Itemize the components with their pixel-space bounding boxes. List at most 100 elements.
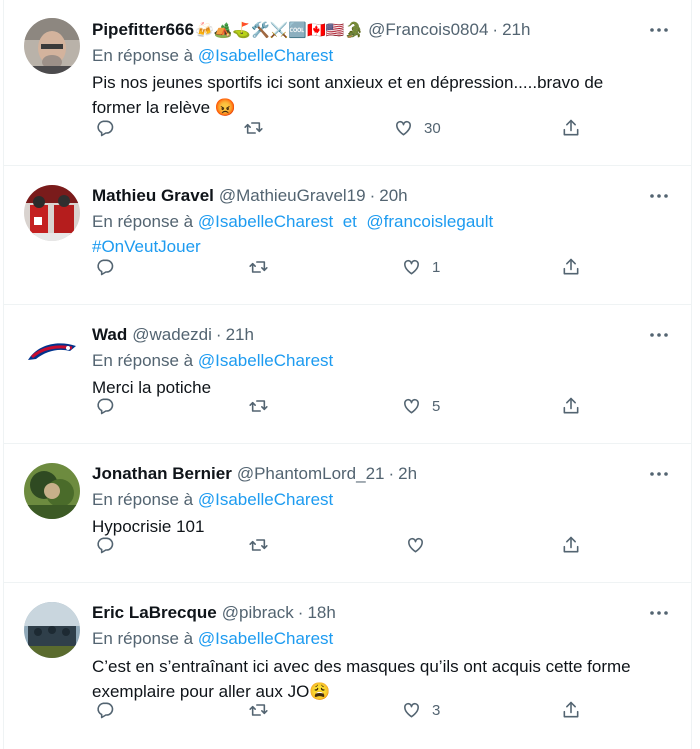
like-icon [408, 537, 423, 553]
retweet-button[interactable] [248, 700, 269, 720]
mention-link[interactable]: @IsabelleCharest [198, 351, 333, 370]
retweet-button[interactable] [248, 257, 269, 277]
avatar[interactable] [24, 185, 80, 241]
like-count: 1 [432, 258, 441, 276]
avatar[interactable] [24, 602, 80, 658]
like-button[interactable] [405, 535, 436, 555]
retweet-button[interactable] [243, 118, 264, 138]
timestamp[interactable]: 18h [307, 603, 335, 623]
user-handle[interactable]: @pibrack [222, 603, 294, 623]
like-button[interactable]: 5 [401, 396, 440, 416]
separator-dot: · [369, 186, 376, 205]
reply-context: En réponse à @IsabelleCharest [92, 45, 677, 67]
tweet-text-line: Pis nos jeunes sportifs ici sont anxieux… [92, 73, 604, 92]
reply-icon [97, 537, 114, 554]
user-handle[interactable]: @MathieuGravel19 [219, 186, 366, 206]
avatar[interactable] [24, 18, 80, 74]
reply-context: En réponse à @IsabelleCharest et @franco… [92, 211, 677, 233]
reply-button[interactable] [95, 535, 115, 555]
display-name[interactable]: Jonathan Bernier [92, 464, 232, 484]
share-icon [563, 258, 579, 275]
timestamp[interactable]: 21h [502, 20, 530, 40]
like-count: 5 [432, 397, 441, 415]
user-handle[interactable]: @PhantomLord_21 [237, 464, 385, 484]
mention-link[interactable]: @IsabelleCharest [198, 46, 333, 65]
tweet-text: Pis nos jeunes sportifs ici sont anxieux… [92, 70, 677, 120]
tweet-text: Merci la potiche [92, 375, 677, 400]
reply-icon [97, 702, 114, 719]
name-emojis: 🍻🏕️⛳🛠️⚔️🆒🇨🇦🇺🇸🐊 [195, 22, 364, 39]
tweet-text-line: former la relève [92, 98, 211, 117]
mention-link[interactable]: @IsabelleCharest [198, 212, 333, 231]
mention-joiner: et [342, 212, 357, 231]
like-icon [404, 702, 419, 718]
reply-context: En réponse à @IsabelleCharest [92, 489, 677, 511]
user-handle[interactable]: @wadezdi [132, 325, 212, 345]
share-button[interactable] [561, 257, 581, 277]
share-icon [563, 701, 579, 718]
more-icon[interactable] [647, 323, 671, 347]
like-button[interactable]: 1 [401, 257, 440, 277]
reply-context: En réponse à @IsabelleCharest [92, 628, 677, 650]
tweet-text-line: Merci la potiche [92, 378, 212, 397]
reply-thread: Pipefitter666 🍻🏕️⛳🛠️⚔️🆒🇨🇦🇺🇸🐊 @Francois080… [3, 0, 692, 749]
share-button[interactable] [561, 535, 581, 555]
timestamp[interactable]: 20h [379, 186, 407, 206]
share-button[interactable] [561, 396, 581, 416]
reply-button[interactable] [95, 396, 115, 416]
more-icon[interactable] [647, 18, 671, 42]
reply-icon [97, 398, 114, 415]
weary-face-emoji: 😩 [309, 682, 331, 701]
tweet[interactable]: Pipefitter666 🍻🏕️⛳🛠️⚔️🆒🇨🇦🇺🇸🐊 @Francois080… [4, 0, 691, 166]
hashtag-link[interactable]: #OnVeutJouer [92, 236, 677, 258]
reply-button[interactable] [95, 118, 115, 138]
tweet-text-line: C’est en s’entraînant ici avec des masqu… [92, 657, 631, 676]
retweet-button[interactable] [248, 396, 269, 416]
reply-button[interactable] [95, 700, 115, 720]
like-icon [396, 120, 411, 136]
display-name[interactable]: Wad [92, 325, 127, 345]
avatar[interactable] [24, 463, 80, 519]
display-name[interactable]: Mathieu Gravel [92, 186, 214, 206]
retweet-button[interactable] [248, 535, 269, 555]
tweet[interactable]: Wad @wadezdi · 21h En réponse à @Isabell… [4, 305, 691, 444]
tweet[interactable]: Jonathan Bernier @PhantomLord_21 · 2h En… [4, 444, 691, 583]
retweet-icon [249, 261, 268, 273]
separator-dot: · [215, 325, 222, 344]
mention-link[interactable]: @francoislegault [366, 212, 493, 231]
mention-link[interactable]: @IsabelleCharest [198, 629, 333, 648]
like-button[interactable]: 30 [393, 118, 441, 138]
share-icon [563, 536, 579, 553]
mention-link[interactable]: @IsabelleCharest [198, 490, 333, 509]
tweet-text: C’est en s’entraînant ici avec des masqu… [92, 654, 677, 704]
retweet-icon [249, 539, 268, 551]
reply-icon [97, 120, 114, 137]
reply-button[interactable] [95, 257, 115, 277]
more-icon[interactable] [647, 601, 671, 625]
reply-icon [97, 259, 114, 276]
like-icon [404, 259, 419, 275]
tweet[interactable]: Mathieu Gravel @MathieuGravel19 · 20h En… [4, 166, 691, 305]
user-handle[interactable]: @Francois0804 [368, 20, 488, 40]
display-name[interactable]: Pipefitter666 [92, 20, 194, 40]
retweet-icon [249, 400, 268, 412]
retweet-icon [244, 122, 263, 134]
display-name[interactable]: Eric LaBrecque [92, 603, 217, 623]
tweet[interactable]: Eric LaBrecque @pibrack · 18h En réponse… [4, 583, 691, 749]
separator-dot: · [297, 603, 304, 622]
avatar[interactable] [24, 324, 80, 380]
more-icon[interactable] [647, 462, 671, 486]
timestamp[interactable]: 21h [226, 325, 254, 345]
retweet-icon [249, 704, 268, 716]
like-icon [404, 398, 419, 414]
reply-prefix: En réponse à [92, 212, 194, 231]
share-button[interactable] [561, 700, 581, 720]
like-button[interactable]: 3 [401, 700, 440, 720]
share-button[interactable] [561, 118, 581, 138]
timestamp[interactable]: 2h [398, 464, 417, 484]
tweet-text-line: exemplaire pour aller aux JO [92, 682, 310, 701]
reply-prefix: En réponse à [92, 629, 194, 648]
separator-dot: · [388, 464, 395, 483]
like-count: 30 [424, 119, 441, 137]
more-icon[interactable] [647, 184, 671, 208]
